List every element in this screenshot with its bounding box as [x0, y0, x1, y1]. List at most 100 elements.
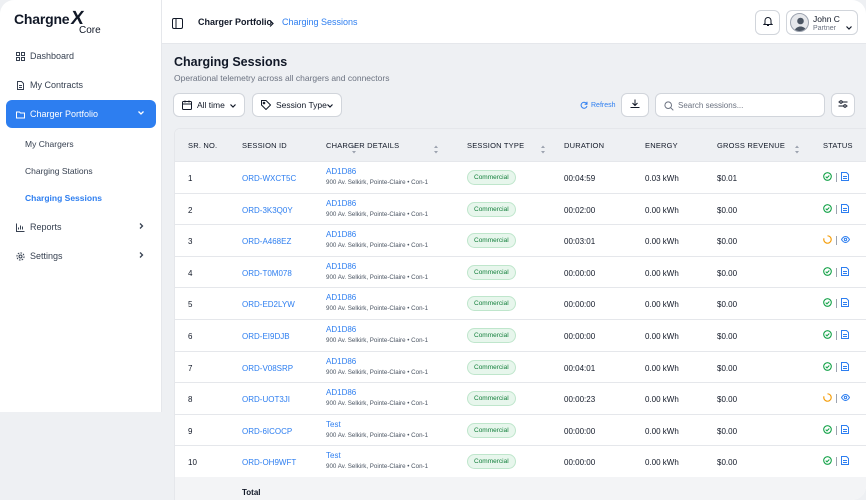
pending-status-icon: [823, 235, 832, 246]
sidebar-item-contracts[interactable]: My Contracts: [6, 71, 156, 99]
cell-duration: 00:00:00: [564, 300, 596, 310]
column-header-session-id[interactable]: SESSION ID: [242, 141, 287, 150]
cell-duration: 00:00:00: [564, 268, 596, 278]
notifications-button[interactable]: [755, 10, 780, 35]
charger-link[interactable]: AD1D86: [326, 230, 356, 239]
sidebar-subitem-my-chargers[interactable]: My Chargers: [6, 130, 156, 157]
session-id-link[interactable]: ORD-WXCT5C: [242, 174, 296, 183]
column-header-sr: SR. NO.: [188, 141, 218, 150]
table-row[interactable]: 1 ORD-WXCT5C AD1D86 900 Av. Selkirk, Pointe…: [175, 162, 866, 194]
table-row[interactable]: 3 ORD-A468EZ AD1D86 900 Av. Selkirk, Pointe…: [175, 225, 866, 257]
column-header-status[interactable]: STATUS: [823, 141, 853, 150]
table-row[interactable]: 7 ORD-V08SRP AD1D86 900 Av. Selkirk, Pointe…: [175, 352, 866, 384]
table-row[interactable]: 8 ORD-UOT3JI AD1D86 900 Av. Selkirk, Pointe…: [175, 383, 866, 415]
divider: [836, 267, 837, 277]
cell-duration: 00:00:00: [564, 426, 596, 436]
cell-sr: 8: [188, 395, 193, 405]
session-id-link[interactable]: ORD-EI9DJB: [242, 332, 290, 341]
status-cell: [823, 172, 849, 183]
sidebar-subitem-charging-sessions[interactable]: Charging Sessions: [6, 184, 156, 211]
sidebar-item-charger-portfolio[interactable]: Charger Portfolio: [6, 100, 156, 128]
column-header-session-type[interactable]: SESSION TYPE: [467, 141, 524, 150]
charger-link[interactable]: AD1D86: [326, 357, 356, 366]
session-type-dropdown[interactable]: Session Type: [252, 93, 342, 117]
cell-duration: 00:04:59: [564, 174, 596, 183]
sidebar-item-dashboard[interactable]: Dashboard: [6, 42, 156, 70]
table-row[interactable]: 9 ORD-6ICOCP Test 900 Av. Selkirk, Pointe-C…: [175, 415, 866, 447]
folder-icon: [16, 110, 25, 119]
view-icon[interactable]: [840, 235, 851, 246]
charger-link[interactable]: AD1D86: [326, 325, 356, 334]
receipt-icon[interactable]: [841, 203, 849, 215]
chevron-down-icon: [136, 108, 146, 118]
cell-revenue: $0.00: [717, 300, 738, 310]
column-header-gross-revenue[interactable]: GROSS REVENUE: [717, 141, 785, 150]
cell-energy: 0.00 kWh: [645, 426, 679, 436]
view-icon[interactable]: [840, 393, 851, 404]
brand-logo[interactable]: Chargne X Core: [14, 8, 104, 38]
sort-icon[interactable]: [794, 141, 800, 154]
user-menu-button[interactable]: John C Partner: [786, 10, 858, 35]
session-id-link[interactable]: ORD-V08SRP: [242, 364, 293, 373]
table-row[interactable]: 2 ORD-3K3Q0Y AD1D86 900 Av. Selkirk, Pointe…: [175, 194, 866, 226]
charger-link[interactable]: AD1D86: [326, 388, 356, 397]
status-cell: [823, 424, 849, 436]
charger-link[interactable]: Test: [326, 451, 341, 460]
divider: [836, 204, 837, 214]
sort-icon[interactable]: [540, 141, 546, 154]
table-row[interactable]: 5 ORD-ED2LYW AD1D86 900 Av. Selkirk, Pointe…: [175, 288, 866, 320]
receipt-icon[interactable]: [841, 424, 849, 436]
brand-sub: Core: [79, 25, 101, 36]
session-id-link[interactable]: ORD-3K3Q0Y: [242, 206, 293, 215]
table-row[interactable]: 4 ORD-T0M078 AD1D86 900 Av. Selkirk, Pointe…: [175, 257, 866, 289]
receipt-icon[interactable]: [841, 172, 849, 183]
receipt-icon[interactable]: [841, 361, 849, 373]
table-row[interactable]: 6 ORD-EI9DJB AD1D86 900 Av. Selkirk, Pointe…: [175, 320, 866, 352]
cell-duration: 00:00:00: [564, 458, 596, 468]
sort-icon[interactable]: [433, 141, 439, 154]
receipt-icon[interactable]: [841, 330, 849, 341]
sidebar-toggle-icon[interactable]: [172, 16, 183, 29]
cell-energy: 0.00 kWh: [645, 458, 679, 468]
receipt-icon[interactable]: [841, 266, 849, 278]
breadcrumb-charger-portfolio[interactable]: Charger Portfolio: [198, 17, 272, 27]
charger-link[interactable]: AD1D86: [326, 199, 356, 208]
sidebar-nav: Dashboard My Contracts Charger Portfolio…: [6, 42, 156, 271]
charger-link[interactable]: AD1D86: [326, 167, 356, 176]
column-header-charger-details[interactable]: CHARGER DETAILS: [326, 141, 399, 150]
charger-link[interactable]: AD1D86: [326, 262, 356, 271]
divider: [836, 299, 837, 309]
sidebar-item-reports[interactable]: Reports: [6, 213, 156, 241]
search-icon: [664, 101, 674, 111]
divider: [836, 173, 837, 182]
charger-link[interactable]: AD1D86: [326, 293, 356, 302]
charger-link[interactable]: Test: [326, 420, 341, 429]
completed-status-icon: [823, 424, 832, 436]
sidebar-subitem-charging-stations[interactable]: Charging Stations: [6, 157, 156, 184]
session-id-link[interactable]: ORD-UOT3JI: [242, 395, 290, 404]
status-cell: [823, 298, 849, 309]
refresh-button[interactable]: Refresh: [580, 101, 616, 109]
download-button[interactable]: [621, 93, 649, 117]
session-id-link[interactable]: ORD-T0M078: [242, 269, 292, 278]
session-id-link[interactable]: ORD-OH9WFT: [242, 458, 296, 467]
receipt-icon[interactable]: [841, 298, 849, 309]
column-header-duration[interactable]: DURATION: [564, 141, 604, 150]
charger-address: 900 Av. Selkirk, Pointe-Claire • Con-1: [326, 305, 429, 313]
sidebar-item-settings[interactable]: Settings: [6, 242, 156, 270]
table-row[interactable]: 10 ORD-OH9WFT Test 900 Av. Selkirk, Pointe-…: [175, 446, 866, 478]
time-filter-dropdown[interactable]: All time: [173, 93, 245, 117]
status-cell: [823, 361, 849, 373]
session-id-link[interactable]: ORD-A468EZ: [242, 237, 291, 246]
table-total-row: [175, 477, 866, 500]
column-header-energy[interactable]: ENERGY: [645, 141, 678, 150]
search-input[interactable]: [678, 97, 818, 113]
search-field[interactable]: [655, 93, 825, 117]
session-id-link[interactable]: ORD-6ICOCP: [242, 427, 292, 436]
column-settings-button[interactable]: [831, 93, 855, 117]
session-id-link[interactable]: ORD-ED2LYW: [242, 300, 295, 309]
cell-sr: 4: [188, 268, 193, 278]
receipt-icon[interactable]: [841, 456, 849, 467]
cell-revenue: $0.00: [717, 205, 738, 215]
charger-address: 900 Av. Selkirk, Pointe-Claire • Con-1: [326, 337, 429, 344]
